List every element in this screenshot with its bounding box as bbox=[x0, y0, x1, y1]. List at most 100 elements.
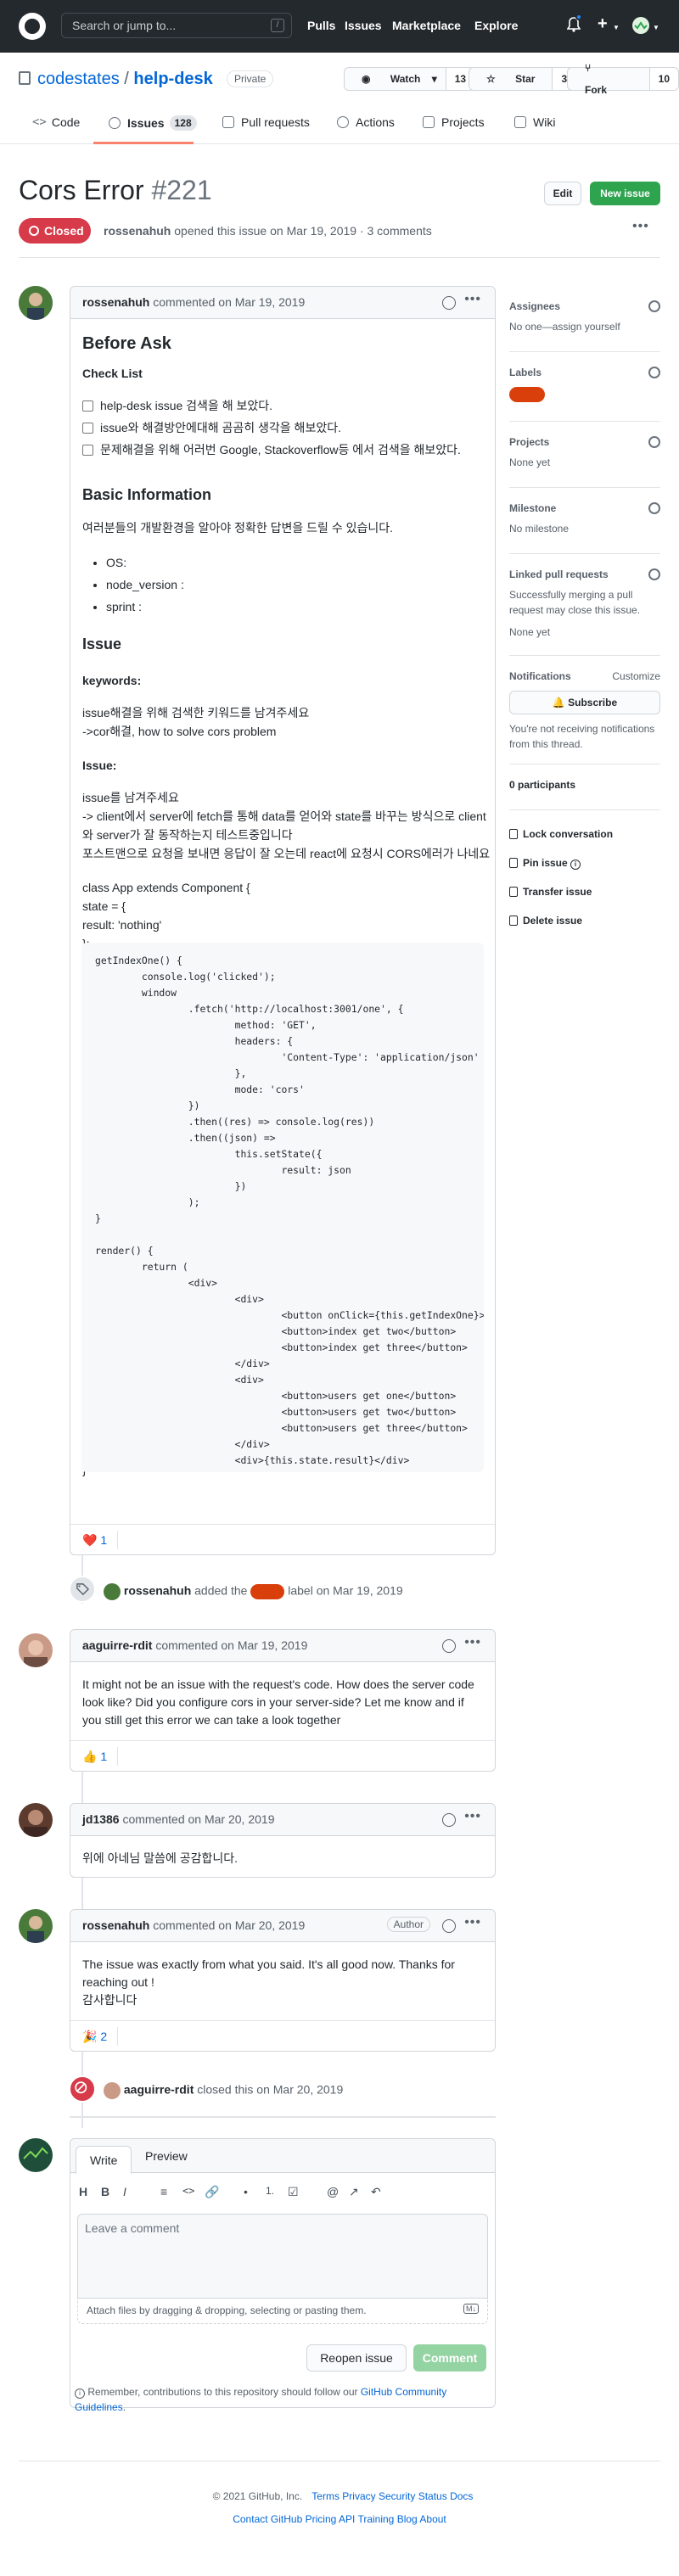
footer-link[interactable]: Status bbox=[418, 2490, 447, 2502]
reaction-thumbs-up[interactable]: 👍 1 bbox=[82, 1747, 119, 1766]
comment-button[interactable]: Comment bbox=[413, 2344, 486, 2372]
comment-author[interactable]: rossenahuh bbox=[82, 295, 149, 309]
gear-icon[interactable] bbox=[648, 367, 660, 378]
event-actor[interactable]: rossenahuh bbox=[124, 1584, 191, 1598]
footer-link[interactable]: About bbox=[419, 2513, 446, 2525]
github-logo-icon[interactable] bbox=[19, 13, 46, 40]
unordered-list-icon[interactable]: • bbox=[244, 2185, 248, 2198]
transfer-issue-button[interactable]: Transfer issue bbox=[509, 886, 592, 898]
smiley-icon[interactable] bbox=[442, 1919, 456, 1933]
tab-write[interactable]: Write bbox=[76, 2146, 132, 2174]
heading-icon[interactable]: H bbox=[79, 2185, 87, 2198]
nav-explore[interactable]: Explore bbox=[474, 19, 518, 32]
subscribe-button[interactable]: 🔔 Subscribe bbox=[509, 691, 660, 714]
comment-timestamp[interactable]: commented on Mar 19, 2019 bbox=[155, 1638, 307, 1652]
comment-timestamp[interactable]: commented on Mar 19, 2019 bbox=[153, 295, 305, 309]
label-pill[interactable] bbox=[250, 1584, 285, 1599]
avatar[interactable] bbox=[19, 286, 53, 320]
comment-author[interactable]: aaguirre-rdit bbox=[82, 1638, 152, 1652]
ordered-list-icon[interactable]: 1. bbox=[266, 2185, 274, 2197]
tab-pull-requests[interactable]: Pull requests bbox=[222, 115, 310, 129]
comment-author[interactable]: rossenahuh bbox=[82, 1918, 149, 1932]
footer-link[interactable]: Privacy bbox=[342, 2490, 375, 2502]
tab-actions[interactable]: Actions bbox=[337, 115, 395, 129]
kebab-menu-icon[interactable]: ••• bbox=[464, 1809, 481, 1824]
star-button[interactable]: ☆ Star 32 bbox=[469, 67, 582, 91]
issue-author[interactable]: rossenahuh bbox=[104, 224, 171, 238]
footer-link[interactable]: API bbox=[339, 2513, 355, 2525]
footer-link[interactable]: Terms bbox=[311, 2490, 340, 2502]
smiley-icon[interactable] bbox=[442, 296, 456, 310]
bold-icon[interactable]: B bbox=[101, 2185, 109, 2198]
edit-button[interactable]: Edit bbox=[544, 182, 581, 205]
avatar[interactable] bbox=[104, 1583, 121, 1600]
comment-timestamp[interactable]: commented on Mar 20, 2019 bbox=[153, 1918, 305, 1932]
avatar[interactable] bbox=[19, 1803, 53, 1837]
mention-icon[interactable]: @ bbox=[327, 2185, 339, 2198]
footer-link[interactable]: Docs bbox=[450, 2490, 473, 2502]
comment-author[interactable]: jd1386 bbox=[82, 1812, 120, 1826]
kebab-menu-icon[interactable]: ••• bbox=[464, 1915, 481, 1930]
markdown-icon[interactable]: M↓ bbox=[463, 2304, 479, 2314]
plus-icon[interactable]: + bbox=[598, 14, 608, 34]
user-avatar[interactable] bbox=[632, 17, 649, 34]
smiley-icon[interactable] bbox=[442, 1639, 456, 1653]
lock-conversation-button[interactable]: Lock conversation bbox=[509, 828, 613, 840]
avatar[interactable] bbox=[19, 1909, 53, 1943]
nav-marketplace[interactable]: Marketplace bbox=[392, 19, 461, 32]
tab-code[interactable]: <> Code bbox=[32, 115, 80, 129]
footer-link[interactable]: Blog bbox=[397, 2513, 418, 2525]
gear-icon[interactable] bbox=[648, 436, 660, 448]
footer-link[interactable]: Pricing bbox=[306, 2513, 337, 2525]
smiley-icon[interactable] bbox=[442, 1813, 456, 1827]
fork-button[interactable]: ⑂ Fork 10 bbox=[567, 62, 679, 96]
code-icon[interactable]: <> bbox=[182, 2185, 194, 2197]
attach-files-area[interactable]: Attach files by dragging & dropping, sel… bbox=[77, 2299, 488, 2324]
event-actor[interactable]: aaguirre-rdit bbox=[124, 2083, 194, 2097]
footer-link[interactable]: Training bbox=[357, 2513, 394, 2525]
link-icon[interactable]: 🔗 bbox=[205, 2185, 219, 2199]
pin-issue-button[interactable]: Pin issue i bbox=[509, 857, 581, 870]
sidebar-assignees[interactable]: Assignees No one—assign yourself bbox=[509, 300, 660, 334]
task-checkbox[interactable] bbox=[82, 400, 93, 412]
tab-preview[interactable]: Preview bbox=[132, 2139, 201, 2173]
customize-link[interactable]: Customize bbox=[612, 670, 660, 682]
nav-pulls[interactable]: Pulls bbox=[307, 19, 335, 32]
assignees-value[interactable]: No one—assign yourself bbox=[509, 319, 660, 334]
comment-textarea[interactable]: Leave a comment bbox=[77, 2214, 488, 2299]
footer-link[interactable]: Contact GitHub bbox=[233, 2513, 302, 2525]
more-tabs-icon[interactable]: ••• bbox=[632, 219, 649, 234]
repo-owner-link[interactable]: codestates bbox=[37, 70, 120, 88]
watch-button[interactable]: ◉ Watch ▾ 13 bbox=[344, 67, 476, 91]
cross-reference-icon[interactable]: ↗ bbox=[349, 2185, 359, 2199]
sidebar-projects[interactable]: Projects None yet bbox=[509, 436, 660, 470]
comment-timestamp[interactable]: commented on Mar 20, 2019 bbox=[122, 1812, 274, 1826]
avatar[interactable] bbox=[19, 1633, 53, 1667]
italic-icon[interactable]: I bbox=[123, 2185, 126, 2198]
kebab-menu-icon[interactable]: ••• bbox=[464, 1635, 481, 1650]
search-input[interactable]: Search or jump to... / bbox=[61, 13, 292, 38]
footer-link[interactable]: Security bbox=[379, 2490, 415, 2502]
info-icon[interactable]: i bbox=[570, 860, 581, 870]
task-list-icon[interactable]: ☑ bbox=[288, 2185, 299, 2199]
label-pill[interactable] bbox=[509, 387, 545, 402]
fork-count[interactable]: 10 bbox=[648, 68, 678, 90]
repo-name-link[interactable]: help-desk bbox=[133, 70, 212, 88]
nav-issues[interactable]: Issues bbox=[345, 19, 382, 32]
gear-icon[interactable] bbox=[648, 568, 660, 580]
gear-icon[interactable] bbox=[648, 502, 660, 514]
kebab-menu-icon[interactable]: ••• bbox=[464, 292, 481, 307]
reply-icon[interactable]: ↶ bbox=[371, 2185, 381, 2199]
new-issue-button[interactable]: New issue bbox=[590, 182, 660, 205]
sidebar-milestone[interactable]: Milestone No milestone bbox=[509, 502, 660, 536]
reaction-tada[interactable]: 🎉 2 bbox=[82, 2027, 119, 2046]
avatar[interactable] bbox=[104, 2082, 121, 2099]
tab-projects[interactable]: Projects bbox=[423, 115, 485, 129]
reaction-heart[interactable]: ❤️ 1 bbox=[82, 1531, 119, 1549]
tab-wiki[interactable]: Wiki bbox=[514, 115, 555, 129]
task-checkbox[interactable] bbox=[82, 423, 93, 434]
tab-issues[interactable]: Issues 128 bbox=[109, 115, 197, 131]
delete-issue-button[interactable]: Delete issue bbox=[509, 915, 582, 927]
task-checkbox[interactable] bbox=[82, 445, 93, 456]
quote-icon[interactable]: ≡ bbox=[160, 2185, 167, 2198]
